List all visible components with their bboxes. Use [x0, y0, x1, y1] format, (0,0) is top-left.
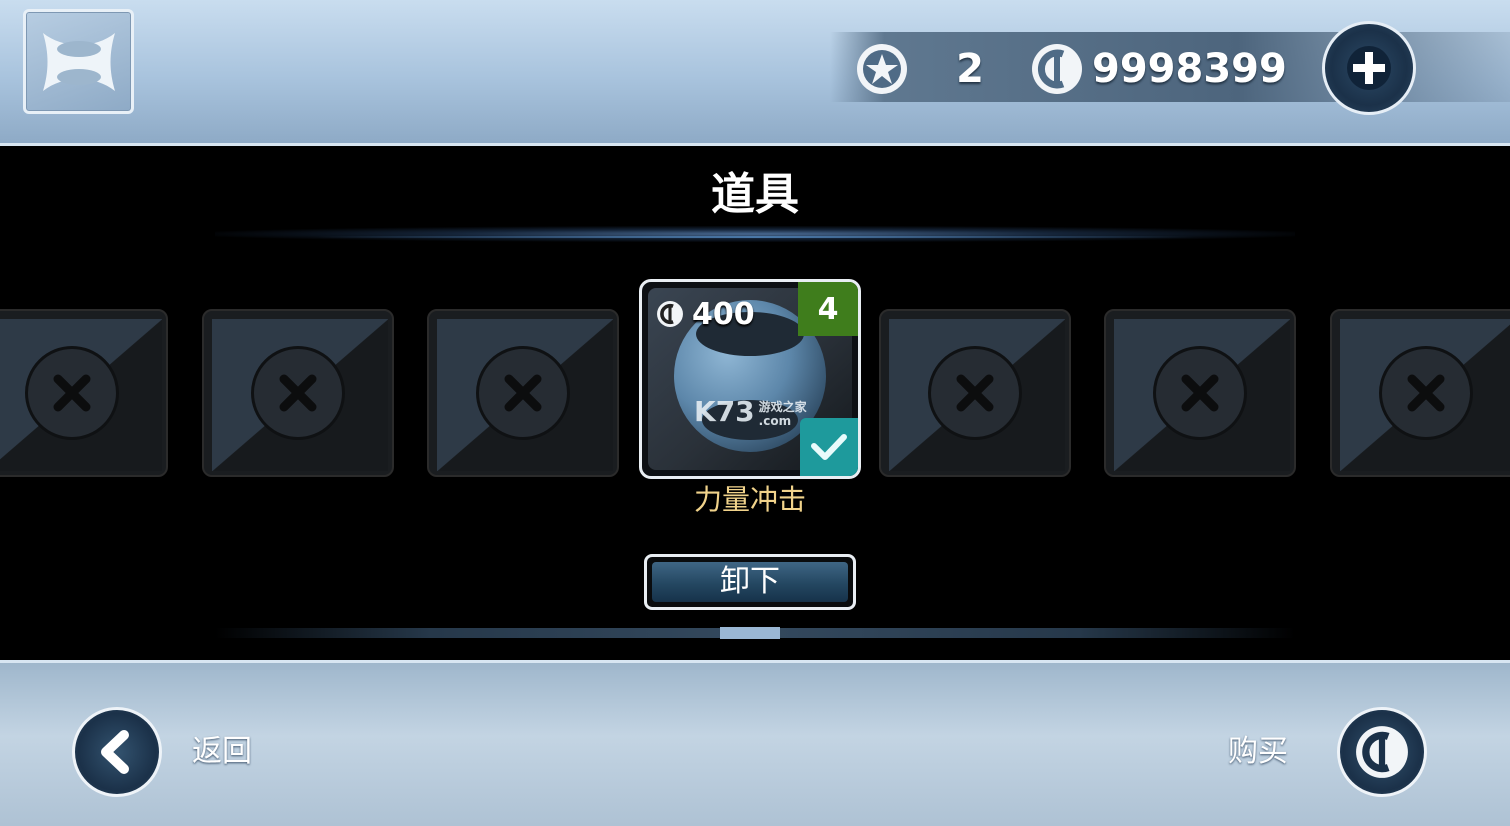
back-label[interactable]: 返回 [192, 730, 272, 774]
item-name: 力量冲击 [693, 483, 806, 516]
back-button[interactable] [72, 707, 162, 797]
plus-icon [1347, 46, 1391, 90]
title-divider [215, 226, 1295, 242]
locked-item-slot[interactable] [427, 309, 619, 477]
equipped-check-icon [800, 418, 858, 476]
locked-x-icon [928, 346, 1022, 440]
buy-button[interactable] [1337, 707, 1427, 797]
coin-icon [1030, 42, 1084, 96]
unequip-label: 卸下 [652, 562, 848, 602]
coin-count: 9998399 [1092, 46, 1287, 92]
star-icon [855, 42, 909, 96]
locked-item-slot[interactable] [1330, 309, 1510, 477]
item-quantity-badge: 4 [798, 282, 858, 336]
locked-x-icon [25, 346, 119, 440]
buy-label[interactable]: 购买 [1228, 730, 1308, 774]
locked-item-slot[interactable] [1104, 309, 1296, 477]
add-currency-button[interactable] [1322, 21, 1416, 115]
star-count: 2 [956, 46, 984, 92]
item-price: 400 [656, 294, 755, 334]
pager-thumb[interactable] [720, 627, 780, 639]
locked-item-slot[interactable] [202, 309, 394, 477]
back-arrow-icon [101, 730, 129, 774]
locked-item-slot[interactable] [879, 309, 1071, 477]
locked-x-icon [251, 346, 345, 440]
watermark: K73 游戏之家 .com [694, 395, 807, 428]
locked-x-icon [476, 346, 570, 440]
selected-item-card[interactable]: K73 游戏之家 .com 400 4 [639, 279, 861, 479]
locked-item-slot[interactable] [0, 309, 168, 477]
locked-x-icon [1379, 346, 1473, 440]
coin-icon [1356, 726, 1408, 778]
unequip-button[interactable]: 卸下 [644, 554, 856, 610]
page-title: 道具 [711, 169, 799, 220]
game-logo-icon[interactable] [23, 9, 134, 114]
coin-icon [657, 301, 683, 327]
locked-x-icon [1153, 346, 1247, 440]
